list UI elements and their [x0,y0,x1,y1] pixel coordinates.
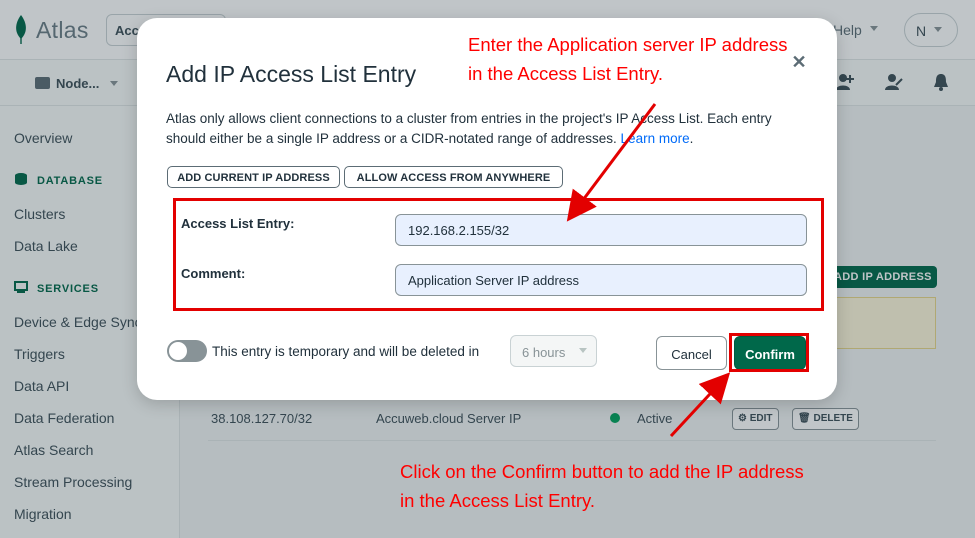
toggle-knob [169,342,187,360]
cancel-button[interactable]: Cancel [656,336,727,370]
add-current-ip-button[interactable]: ADD CURRENT IP ADDRESS [167,166,340,188]
modal-description: Atlas only allows client connections to … [166,109,806,149]
annotation-bottom: Click on the Confirm button to add the I… [400,457,804,515]
allow-access-anywhere-button[interactable]: ALLOW ACCESS FROM ANYWHERE [344,166,563,188]
temporary-entry-toggle[interactable] [167,340,207,362]
modal-title: Add IP Access List Entry [166,61,417,87]
learn-more-link[interactable]: Learn more [621,131,690,146]
highlight-box-fields [173,198,824,311]
annotation-bottom-line2: in the Access List Entry. [400,490,596,511]
highlight-box-confirm [729,333,809,372]
chevron-down-icon [579,348,587,353]
duration-select[interactable]: 6 hours [510,335,597,367]
temporary-entry-label: This entry is temporary and will be dele… [212,344,480,359]
close-icon[interactable]: ✕ [791,53,807,71]
annotation-top: Enter the Application server IP address … [468,30,787,88]
description-end: . [689,131,694,146]
annotation-top-line2: in the Access List Entry. [468,63,664,84]
annotation-bottom-line1: Click on the Confirm button to add the I… [400,461,804,482]
duration-value: 6 hours [522,345,566,360]
annotation-top-line1: Enter the Application server IP address [468,34,788,55]
